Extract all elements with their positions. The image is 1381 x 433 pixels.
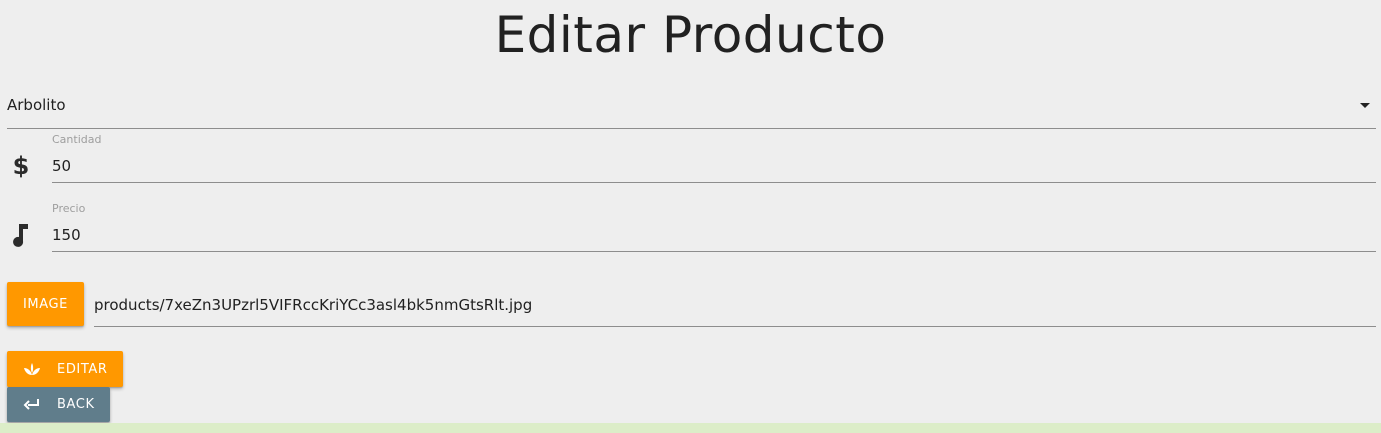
product-select-value: Arbolito [7,96,66,114]
image-upload-button[interactable]: IMAGE [7,282,84,326]
cantidad-input[interactable] [52,143,1376,183]
precio-field: Precio [0,202,1381,260]
back-button[interactable]: BACK [7,387,110,422]
editar-button[interactable]: EDITAR [7,351,123,387]
edit-product-page: Editar Producto Arbolito $ Cantidad Prec… [0,0,1381,433]
back-label: BACK [57,397,95,412]
product-select[interactable]: Arbolito [7,88,1376,129]
footer-strip [0,423,1381,433]
music-note-icon [8,222,34,248]
cantidad-field: $ Cantidad [0,133,1381,191]
keyboard-return-icon [23,396,41,414]
image-file-path[interactable]: products/7xeZn3UPzrl5VIFRccKriYCc3asl4bk… [94,288,1376,327]
arrow-drop-down-icon [1360,103,1370,108]
editar-label: EDITAR [57,361,108,377]
precio-input[interactable] [52,212,1376,252]
dollar-icon: $ [12,152,30,180]
page-title: Editar Producto [494,6,887,64]
spa-icon [23,360,41,378]
